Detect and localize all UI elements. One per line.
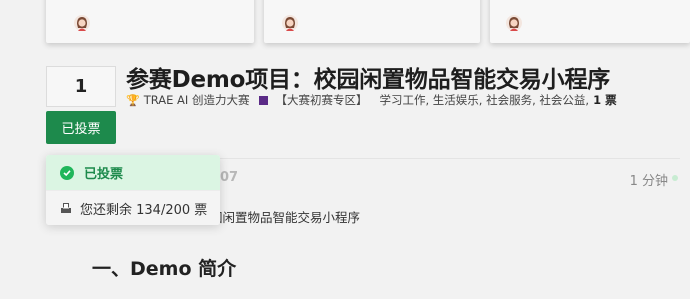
remaining-votes-label: 您还剩余 134/200 票 [80,202,208,218]
topic-tags[interactable]: 学习工作, 生活娱乐, 社会服务, 社会公益, [379,92,589,108]
topic-card[interactable] [490,0,690,43]
status-dot-icon [672,175,678,181]
category-color-icon [259,95,269,105]
post-time-ago[interactable]: 1 分钟 [630,170,668,189]
post-date: 07 [220,170,239,185]
topic-card[interactable] [46,0,254,43]
menu-item-voted-label: 已投票 [84,167,124,182]
ballot-icon [61,203,71,213]
voted-button[interactable]: 已投票 [46,111,116,144]
parent-category-link[interactable]: TRAE AI 创造力大赛 [144,92,250,108]
post-divider [220,158,680,159]
trophy-icon: 🏆 [126,93,140,107]
post-body-text: 园闲置物品智能交易小程序 [210,210,361,225]
user-avatar-icon[interactable] [506,15,522,31]
user-avatar-icon[interactable] [282,15,298,31]
menu-item-remaining-votes: 您还剩余 134/200 票 [46,190,220,225]
category-link[interactable]: 【大赛初赛专区】 [275,92,367,108]
vote-count: 1 [46,66,116,107]
vote-menu: 已投票 您还剩余 134/200 票 [46,155,220,225]
topic-vote-total: 1 票 [593,93,617,107]
topic-title[interactable]: 参赛Demo项目：校园闲置物品智能交易小程序 [126,60,610,94]
check-icon [60,165,74,180]
topic-card[interactable] [264,0,480,43]
topic-meta: 🏆 TRAE AI 创造力大赛 【大赛初赛专区】 学习工作, 生活娱乐, 社会服… [126,92,617,108]
menu-item-voted[interactable]: 已投票 [46,155,220,190]
post-heading: 一、Demo 简介 [92,258,237,280]
user-avatar-icon[interactable] [74,15,90,31]
page: 1 已投票 参赛Demo项目：校园闲置物品智能交易小程序 🏆 TRAE AI 创… [0,0,690,299]
